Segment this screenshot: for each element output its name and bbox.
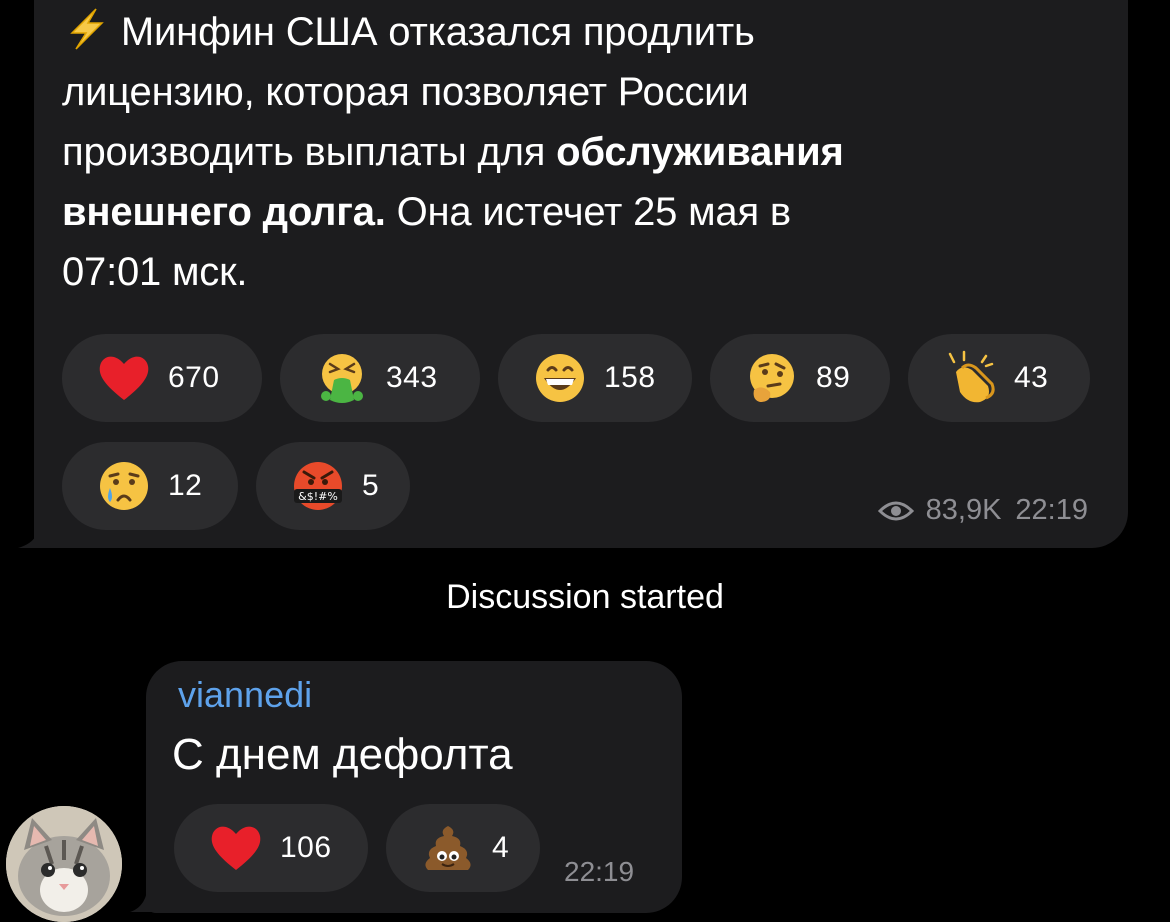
- reaction-count: 343: [386, 361, 438, 394]
- cat-avatar-image: [6, 806, 122, 922]
- comment-reaction-poo[interactable]: 4: [386, 804, 540, 892]
- reaction-grin[interactable]: 158: [498, 334, 692, 422]
- reaction-count: 89: [816, 361, 851, 394]
- post-meta: 83,9K 22:19: [877, 494, 1088, 527]
- post-line-3-bold: обслуживания: [556, 130, 844, 174]
- vomiting-face-icon: [321, 354, 363, 403]
- cursing-face-icon: &$!#%: [294, 462, 342, 510]
- post-line-2: лицензию, которая позволяет России: [62, 70, 749, 114]
- reaction-count: 158: [604, 361, 656, 394]
- reaction-cry[interactable]: 12: [62, 442, 238, 530]
- reaction-count: 4: [492, 831, 510, 864]
- post-line-4: Она истечет 25 мая в: [385, 190, 791, 234]
- comment-bubble-tail: [130, 880, 164, 912]
- post-line-4-bold: внешнего долга.: [62, 190, 386, 234]
- eye-icon: [877, 501, 914, 520]
- post-line-1: Минфин США отказался продлить: [120, 10, 755, 54]
- red-heart-icon: [211, 826, 261, 870]
- reaction-count: 5: [362, 469, 380, 502]
- comment-author[interactable]: viannedi: [178, 674, 312, 716]
- reaction-heart[interactable]: 670: [62, 334, 262, 422]
- reaction-count: 106: [280, 831, 332, 864]
- reaction-thinking[interactable]: 89: [710, 334, 890, 422]
- clapping-hands-icon: [948, 350, 995, 403]
- lightning-icon: [70, 8, 104, 50]
- discussion-started-label: Discussion started: [446, 578, 724, 616]
- reaction-count: 43: [1014, 361, 1049, 394]
- reaction-count: 12: [168, 469, 203, 502]
- reaction-cursing[interactable]: &$!#% 5: [256, 442, 410, 530]
- grinning-face-icon: [536, 354, 584, 402]
- cursing-symbols: &$!#%: [298, 490, 338, 503]
- view-count: 83,9K: [925, 494, 1002, 526]
- reaction-vomit[interactable]: 343: [280, 334, 480, 422]
- reaction-count: 670: [168, 361, 220, 394]
- comment-time: 22:19: [564, 856, 635, 887]
- post-line-5: 07:01 мск.: [62, 250, 248, 294]
- post-time: 22:19: [1015, 494, 1088, 526]
- reaction-clap[interactable]: 43: [908, 334, 1090, 422]
- post-text: Минфин США отказался продлить лицензию, …: [62, 2, 1102, 302]
- pile-of-poo-icon: [425, 826, 471, 870]
- red-heart-icon: [99, 356, 149, 400]
- crying-face-icon: [100, 462, 148, 510]
- avatar[interactable]: [6, 806, 122, 922]
- comment-text: С днем дефолта: [172, 730, 513, 779]
- post-bubble-tail: [18, 518, 58, 548]
- comment-reaction-heart[interactable]: 106: [174, 804, 368, 892]
- post-line-3: производить выплаты для: [62, 130, 557, 174]
- thinking-face-icon: [750, 354, 794, 402]
